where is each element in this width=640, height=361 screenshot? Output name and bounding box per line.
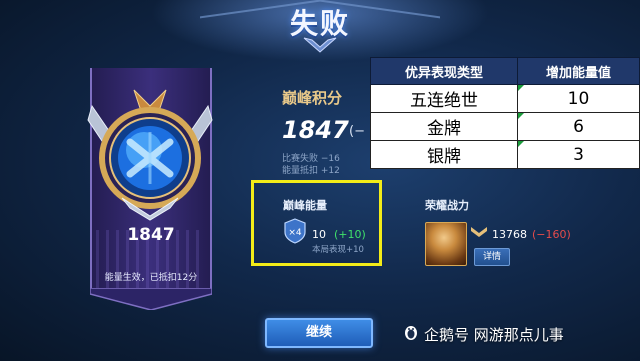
details-button[interactable]: 详情 — [474, 248, 510, 266]
table-row: 银牌 3 — [370, 140, 640, 169]
table-cell-value: 6 — [517, 112, 640, 141]
table-cell-value: 3 — [517, 140, 640, 169]
column-header-energy: 增加能量值 — [517, 57, 640, 85]
peak-medal-icon — [87, 89, 213, 221]
performance-energy-table: 优异表现类型 增加能量值 五连绝世 10 金牌 6 银牌 3 — [370, 57, 640, 169]
table-cell-type: 五连绝世 — [370, 84, 518, 113]
energy-effect-note: 能量生效，已抵扣12分 — [104, 273, 198, 283]
table-cell-type: 银牌 — [370, 140, 518, 169]
glory-power-value: 13768 — [492, 228, 527, 241]
peak-energy-delta: (+10) — [334, 228, 366, 241]
peak-score-delta: (− — [349, 124, 365, 139]
glory-power-delta: (−160) — [532, 228, 571, 241]
column-header-type: 优异表现类型 — [370, 57, 518, 85]
peak-score-label: 巅峰积分 — [282, 89, 343, 107]
glory-chevron-icon — [471, 227, 487, 237]
glory-power-label: 荣耀战力 — [425, 199, 469, 212]
table-row: 五连绝世 10 — [370, 84, 640, 113]
penguin-logo-icon — [405, 326, 417, 340]
table-cell-value: 10 — [517, 84, 640, 113]
match-performance-note: 本局表现+10 — [312, 245, 364, 255]
energy-multiplier: ×4 — [288, 228, 302, 238]
table-row: 金牌 6 — [370, 112, 640, 141]
continue-button[interactable]: 继续 — [265, 318, 373, 348]
watermark-text: 企鹅号 网游那点儿事 — [424, 326, 564, 344]
banner-tail — [90, 288, 212, 310]
peak-energy-value: 10 — [312, 228, 326, 241]
banner-score: 1847 — [127, 225, 175, 245]
peak-energy-label: 巅峰能量 — [283, 199, 327, 212]
table-header-row: 优异表现类型 增加能量值 — [370, 57, 640, 85]
energy-shield-icon: ×4 — [284, 218, 306, 244]
title-emblem-icon — [303, 37, 337, 53]
table-cell-type: 金牌 — [370, 112, 518, 141]
energy-deduct-line: 能量抵扣 +12 — [282, 166, 340, 176]
hero-avatar — [425, 222, 467, 266]
peak-score-value: 1847 — [282, 116, 349, 144]
